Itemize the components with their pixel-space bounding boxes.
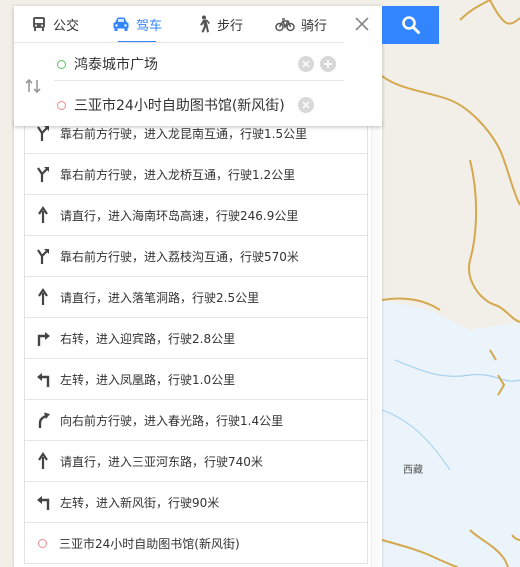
tab-bus[interactable]: 公交 (14, 6, 96, 42)
route-destination-text: 三亚市24小时自助图书馆(新风街) (59, 536, 240, 551)
turn-left-icon (34, 493, 52, 511)
route-step[interactable]: 靠右前方行驶，进入龙桥互通，行驶1.2公里 (25, 153, 367, 194)
route-step-text: 右转，进入迎宾路，行驶2.8公里 (60, 331, 236, 346)
route-step-text: 请直行，进入落笔洞路，行驶2.5公里 (60, 290, 260, 305)
route-step[interactable]: 请直行，进入三亚河东路，行驶740米 (25, 440, 367, 481)
clear-end-button[interactable] (298, 97, 314, 113)
route-step[interactable]: 靠右前方行驶，进入荔枝沟互通，行驶570米 (25, 235, 367, 276)
route-step[interactable]: 请直行，进入落笔洞路，行驶2.5公里 (25, 276, 367, 317)
map-region-label: 西藏 (403, 465, 423, 476)
route-step-text: 左转，进入新风街，行驶90米 (60, 495, 220, 510)
route-step-text: 靠右前方行驶，进入荔枝沟互通，行驶570米 (60, 249, 299, 264)
swap-arrows-icon (25, 78, 41, 94)
route-step[interactable]: 左转，进入新风街，行驶90米 (25, 481, 367, 522)
search-button[interactable] (382, 6, 439, 44)
close-button[interactable] (350, 12, 374, 36)
end-dot-icon (57, 100, 66, 110)
route-step-text: 左转，进入凤凰路，行驶1.0公里 (60, 372, 236, 387)
route-step[interactable]: 左转，进入凤凰路，行驶1.0公里 (25, 358, 367, 399)
scrollbar[interactable] (371, 120, 380, 567)
route-step[interactable]: 向右前方行驶，进入春光路，行驶1.4公里 (25, 399, 367, 440)
route-step-text: 靠右前方行驶，进入龙桥互通，行驶1.2公里 (60, 167, 296, 182)
tab-bike[interactable]: 骑行 (260, 6, 342, 42)
swap-button[interactable] (22, 74, 44, 98)
turn-left-icon (34, 370, 52, 388)
plus-icon (324, 60, 332, 68)
route-search-panel: 公交 驾车 步行 骑行 (14, 6, 382, 126)
straight-icon (34, 288, 52, 306)
bike-icon (275, 18, 295, 32)
search-icon (401, 16, 420, 34)
turn-right-icon (34, 329, 52, 347)
walk-icon (199, 15, 210, 33)
car-icon (113, 17, 129, 31)
route-steps-list: 靠右前方行驶，进入龙昆南互通，行驶1.5公里 靠右前方行驶，进入龙桥互通，行驶1.… (24, 120, 368, 564)
clear-start-button[interactable] (298, 56, 314, 72)
straight-icon (34, 452, 52, 470)
keep-right-icon (34, 124, 52, 142)
route-step-text: 请直行，进入海南环岛高速，行驶246.9公里 (60, 208, 299, 223)
keep-right-icon (34, 247, 52, 265)
start-dot-icon (57, 59, 66, 69)
destination-dot-icon (38, 538, 47, 548)
start-field (54, 48, 344, 81)
end-field (54, 89, 344, 121)
route-steps-panel[interactable]: 靠右前方行驶，进入龙昆南互通，行驶1.5公里 靠右前方行驶，进入龙桥互通，行驶1.… (14, 120, 382, 567)
tab-walk-label: 步行 (216, 18, 243, 34)
route-step-text: 靠右前方行驶，进入龙昆南互通，行驶1.5公里 (60, 126, 308, 141)
route-step-text: 请直行，进入三亚河东路，行驶740米 (60, 454, 263, 469)
add-waypoint-button[interactable] (320, 56, 336, 72)
end-input[interactable] (74, 97, 284, 113)
clear-icon (302, 101, 310, 109)
tab-drive[interactable]: 驾车 (96, 6, 178, 43)
bear-right-icon (34, 411, 52, 429)
route-step-text: 向右前方行驶，进入春光路，行驶1.4公里 (60, 413, 284, 428)
straight-icon (34, 206, 52, 224)
start-input[interactable] (74, 56, 284, 72)
bus-icon (32, 17, 45, 31)
keep-right-icon (34, 165, 52, 183)
tab-bus-label: 公交 (52, 18, 79, 34)
tab-walk[interactable]: 步行 (178, 6, 260, 42)
route-destination[interactable]: 三亚市24小时自助图书馆(新风街) (25, 522, 367, 563)
close-icon (355, 17, 369, 31)
route-step[interactable]: 请直行，进入海南环岛高速，行驶246.9公里 (25, 194, 367, 235)
tab-drive-label: 驾车 (135, 18, 162, 34)
transport-mode-tabs: 公交 驾车 步行 骑行 (14, 6, 344, 43)
clear-icon (302, 60, 310, 68)
tab-divider (14, 42, 344, 43)
tab-bike-label: 骑行 (300, 18, 327, 34)
route-step[interactable]: 右转，进入迎宾路，行驶2.8公里 (25, 317, 367, 358)
